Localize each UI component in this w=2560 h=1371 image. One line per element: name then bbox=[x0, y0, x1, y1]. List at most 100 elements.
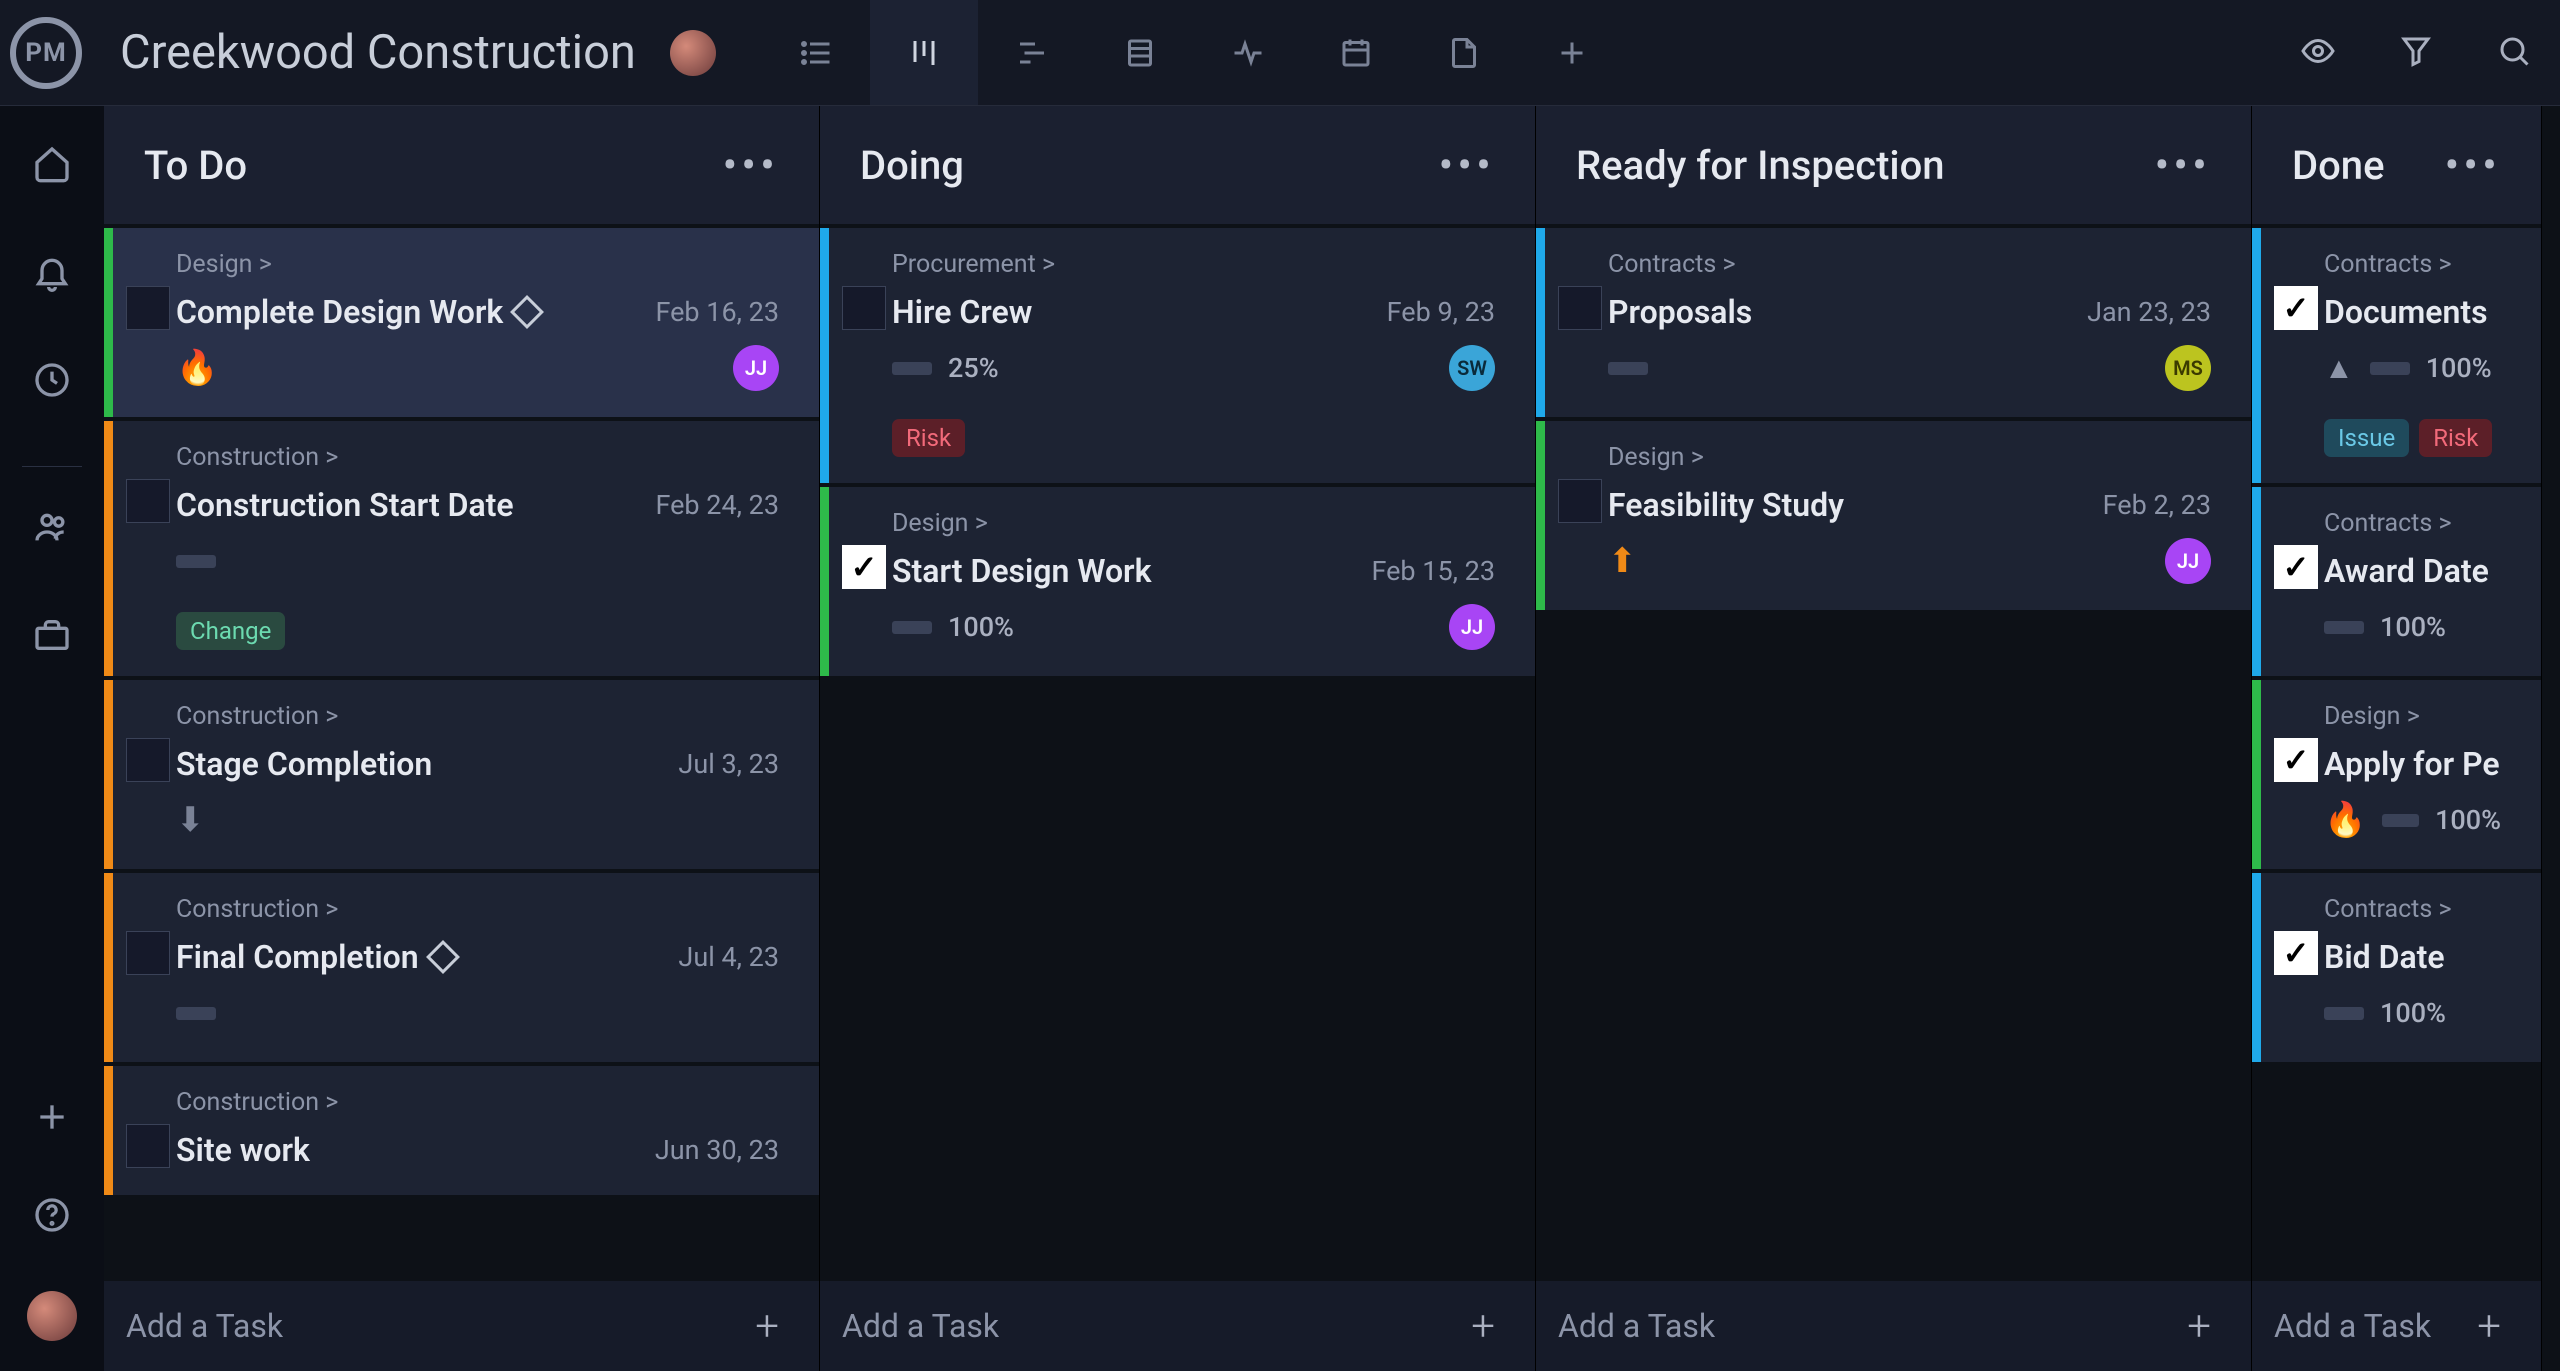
tag-risk[interactable]: Risk bbox=[892, 419, 965, 457]
task-card[interactable]: Construction >Final CompletionJul 4, 23 bbox=[104, 873, 819, 1062]
task-checkbox[interactable] bbox=[842, 545, 886, 589]
view-tab-list[interactable] bbox=[762, 0, 870, 105]
add-task-button[interactable]: Add a Task+ bbox=[2252, 1281, 2541, 1371]
task-card[interactable]: Design > Complete Design WorkFeb 16, 23 🔥J… bbox=[104, 228, 819, 417]
task-checkbox[interactable] bbox=[126, 931, 170, 975]
project-avatar[interactable] bbox=[670, 30, 716, 76]
sidebar-recent[interactable] bbox=[30, 358, 74, 402]
task-checkbox[interactable] bbox=[126, 479, 170, 523]
add-task-button[interactable]: Add a Task+ bbox=[1536, 1281, 2251, 1371]
sidebar bbox=[0, 106, 104, 1371]
sidebar-people[interactable] bbox=[30, 505, 74, 549]
task-card[interactable]: Construction >Construction Start DateFeb… bbox=[104, 421, 819, 676]
card-stripe bbox=[104, 873, 113, 1062]
task-checkbox[interactable] bbox=[1558, 286, 1602, 330]
card-title-row: Complete Design WorkFeb 16, 23 bbox=[176, 293, 779, 331]
task-card[interactable]: Construction >Stage CompletionJul 3, 23⬇ bbox=[104, 680, 819, 869]
task-checkbox[interactable] bbox=[126, 286, 170, 330]
card-category[interactable]: Design > bbox=[2324, 702, 2501, 731]
card-category[interactable]: Contracts > bbox=[1608, 250, 2211, 279]
assignee-avatar[interactable]: JJ bbox=[733, 345, 779, 391]
project-title[interactable]: Creekwood Construction bbox=[120, 25, 636, 80]
sidebar-user-avatar[interactable] bbox=[27, 1291, 77, 1341]
add-task-label: Add a Task bbox=[126, 1307, 283, 1345]
visibility-button[interactable] bbox=[2300, 33, 2336, 73]
task-checkbox[interactable] bbox=[126, 738, 170, 782]
search-icon bbox=[2496, 33, 2532, 69]
card-meta-row: 100% bbox=[2324, 990, 2501, 1036]
task-card[interactable]: Design >Start Design WorkFeb 15, 23100%J… bbox=[820, 487, 1535, 676]
task-card[interactable]: Contracts > ProposalsJan 23, 23 MS bbox=[1536, 228, 2251, 417]
view-tab-calendar[interactable] bbox=[1302, 0, 1410, 105]
app-logo[interactable]: PM bbox=[10, 17, 82, 89]
calendar-icon bbox=[1338, 35, 1374, 71]
sidebar-bottom bbox=[27, 1095, 77, 1371]
view-tab-board[interactable] bbox=[870, 0, 978, 105]
plus-icon: + bbox=[755, 1302, 779, 1351]
view-tab-gantt[interactable] bbox=[978, 0, 1086, 105]
card-category[interactable]: Design > bbox=[1608, 443, 2211, 472]
card-title-row: Bid Date bbox=[2324, 938, 2501, 976]
card-title-row: Start Design WorkFeb 15, 23 bbox=[892, 552, 1495, 590]
card-category[interactable]: Design > bbox=[892, 509, 1495, 538]
task-checkbox[interactable] bbox=[1558, 479, 1602, 523]
task-card[interactable]: Design >Apply for Pe🔥100% bbox=[2252, 680, 2541, 869]
card-meta-row: ⬆JJ bbox=[1608, 538, 2211, 584]
assignee-avatar[interactable]: JJ bbox=[2165, 538, 2211, 584]
add-task-button[interactable]: Add a Task+ bbox=[820, 1281, 1535, 1371]
tag-risk[interactable]: Risk bbox=[2419, 419, 2492, 457]
sidebar-home[interactable] bbox=[30, 142, 74, 186]
sidebar-add[interactable] bbox=[30, 1095, 74, 1139]
card-category[interactable]: Design > bbox=[176, 250, 779, 279]
tag-issue[interactable]: Issue bbox=[2324, 419, 2409, 457]
add-task-label: Add a Task bbox=[1558, 1307, 1715, 1345]
tag-change[interactable]: Change bbox=[176, 612, 285, 650]
assignee-avatar[interactable]: JJ bbox=[1449, 604, 1495, 650]
add-task-button[interactable]: Add a Task + bbox=[104, 1281, 819, 1371]
card-title-row: Award Date bbox=[2324, 552, 2501, 590]
card-category[interactable]: Construction > bbox=[176, 702, 779, 731]
card-category[interactable]: Construction > bbox=[176, 443, 779, 472]
progress-bar-icon bbox=[176, 555, 216, 568]
task-checkbox[interactable] bbox=[842, 286, 886, 330]
file-icon bbox=[1446, 35, 1482, 71]
task-card[interactable]: Procurement >Hire CrewFeb 9, 2325%SWRisk bbox=[820, 228, 1535, 483]
card-category[interactable]: Contracts > bbox=[2324, 895, 2501, 924]
view-tab-activity[interactable] bbox=[1194, 0, 1302, 105]
card-meta-row: 🔥100% bbox=[2324, 797, 2501, 843]
priority-flame-icon: 🔥 bbox=[2324, 800, 2366, 840]
card-category[interactable]: Contracts > bbox=[2324, 250, 2501, 279]
view-tab-sheet[interactable] bbox=[1086, 0, 1194, 105]
card-category[interactable]: Construction > bbox=[176, 1088, 779, 1117]
task-card[interactable]: Contracts > Bid Date 100% bbox=[2252, 873, 2541, 1062]
sidebar-help[interactable] bbox=[30, 1193, 74, 1237]
card-title-row: ProposalsJan 23, 23 bbox=[1608, 293, 2211, 331]
assignee-avatar[interactable]: MS bbox=[2165, 345, 2211, 391]
card-category[interactable]: Procurement > bbox=[892, 250, 1495, 279]
sidebar-portfolio[interactable] bbox=[30, 613, 74, 657]
card-category[interactable]: Construction > bbox=[176, 895, 779, 924]
task-card[interactable]: Design >Feasibility StudyFeb 2, 23⬆JJ bbox=[1536, 421, 2251, 610]
filter-icon bbox=[2398, 33, 2434, 69]
task-checkbox[interactable] bbox=[2274, 931, 2318, 975]
task-checkbox[interactable] bbox=[126, 1124, 170, 1168]
task-checkbox[interactable] bbox=[2274, 738, 2318, 782]
assignee-avatar[interactable]: SW bbox=[1449, 345, 1495, 391]
card-title: Start Design Work bbox=[892, 552, 1151, 590]
sidebar-notifications[interactable] bbox=[30, 250, 74, 294]
card-category[interactable]: Contracts > bbox=[2324, 509, 2501, 538]
column-title: Doing bbox=[860, 142, 964, 189]
task-checkbox[interactable] bbox=[2274, 545, 2318, 589]
task-card[interactable]: Contracts >Award Date100% bbox=[2252, 487, 2541, 676]
card-meta-row: 🔥JJ bbox=[176, 345, 779, 391]
task-checkbox[interactable] bbox=[2274, 286, 2318, 330]
column-title: To Do bbox=[144, 142, 247, 189]
search-button[interactable] bbox=[2496, 33, 2532, 73]
view-tab-add[interactable] bbox=[1518, 0, 1626, 105]
view-tab-file[interactable] bbox=[1410, 0, 1518, 105]
task-card[interactable]: Construction >Site workJun 30, 23 bbox=[104, 1066, 819, 1195]
progress-bar-icon bbox=[2382, 814, 2419, 827]
card-date: Jun 30, 23 bbox=[635, 1134, 779, 1166]
task-card[interactable]: Contracts >Documents▲100%IssueRisk bbox=[2252, 228, 2541, 483]
filter-button[interactable] bbox=[2398, 33, 2434, 73]
